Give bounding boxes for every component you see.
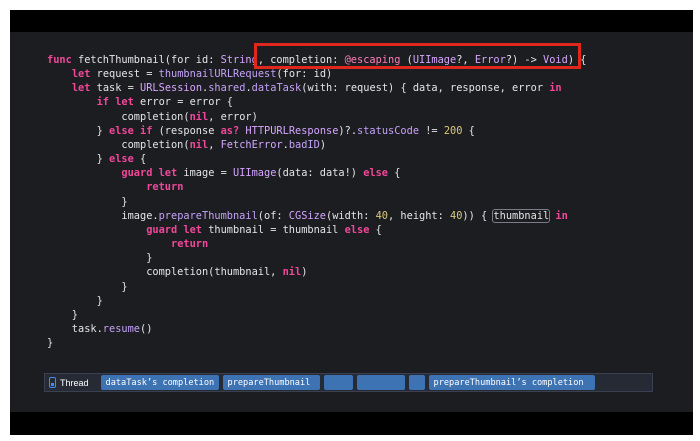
thread-label: Thread bbox=[60, 377, 89, 388]
code-line: completion(nil, FetchError.badID) bbox=[47, 138, 327, 151]
code-line: completion(nil, error) bbox=[47, 110, 258, 123]
code-line: } bbox=[47, 294, 103, 307]
code-line: guard let image = UIImage(data: data!) e… bbox=[121, 167, 401, 180]
code-line: } else if (response as? HTTPURLResponse)… bbox=[47, 124, 475, 137]
code-line: task.resume() bbox=[47, 322, 153, 335]
code-line: if let error = error { bbox=[96, 96, 234, 109]
code-block: func fetchThumbnail(for id: String, comp… bbox=[47, 53, 586, 350]
code-line: let request = thumbnailURLRequest(for: i… bbox=[71, 68, 333, 81]
code-line: } bbox=[47, 280, 128, 293]
thread-segment-empty bbox=[356, 375, 405, 390]
code-line: let task = URLSession.shared.dataTask(wi… bbox=[71, 82, 562, 95]
thread-segment-preparethumbnail-completion: prepareThumbnail’s completion bbox=[428, 375, 595, 390]
code-line: } bbox=[47, 252, 153, 265]
code-line: } else { bbox=[47, 153, 147, 166]
code-line: } bbox=[47, 308, 78, 321]
thread-bar: Thread dataTask’s completion prepareThum… bbox=[44, 373, 653, 392]
code-line: completion(thumbnail, nil) bbox=[47, 266, 308, 279]
code-line: return bbox=[146, 181, 184, 194]
thread-segment-empty bbox=[323, 375, 353, 390]
thread-segment-preparethumbnail: prepareThumbnail bbox=[222, 375, 320, 390]
code-line: return bbox=[171, 238, 209, 251]
thread-icon bbox=[49, 377, 56, 388]
code-line: } bbox=[47, 337, 54, 350]
code-line: } bbox=[47, 195, 128, 208]
annotation-highlight-box bbox=[254, 43, 581, 69]
code-line: image.prepareThumbnail(of: CGSize(width:… bbox=[47, 208, 568, 223]
thread-segment-datatask-completion: dataTask’s completion bbox=[100, 375, 219, 390]
code-line: guard let thumbnail = thumbnail else { bbox=[146, 223, 382, 236]
thread-segment-empty bbox=[408, 375, 425, 390]
code-editor: func fetchThumbnail(for id: String, comp… bbox=[10, 32, 693, 412]
